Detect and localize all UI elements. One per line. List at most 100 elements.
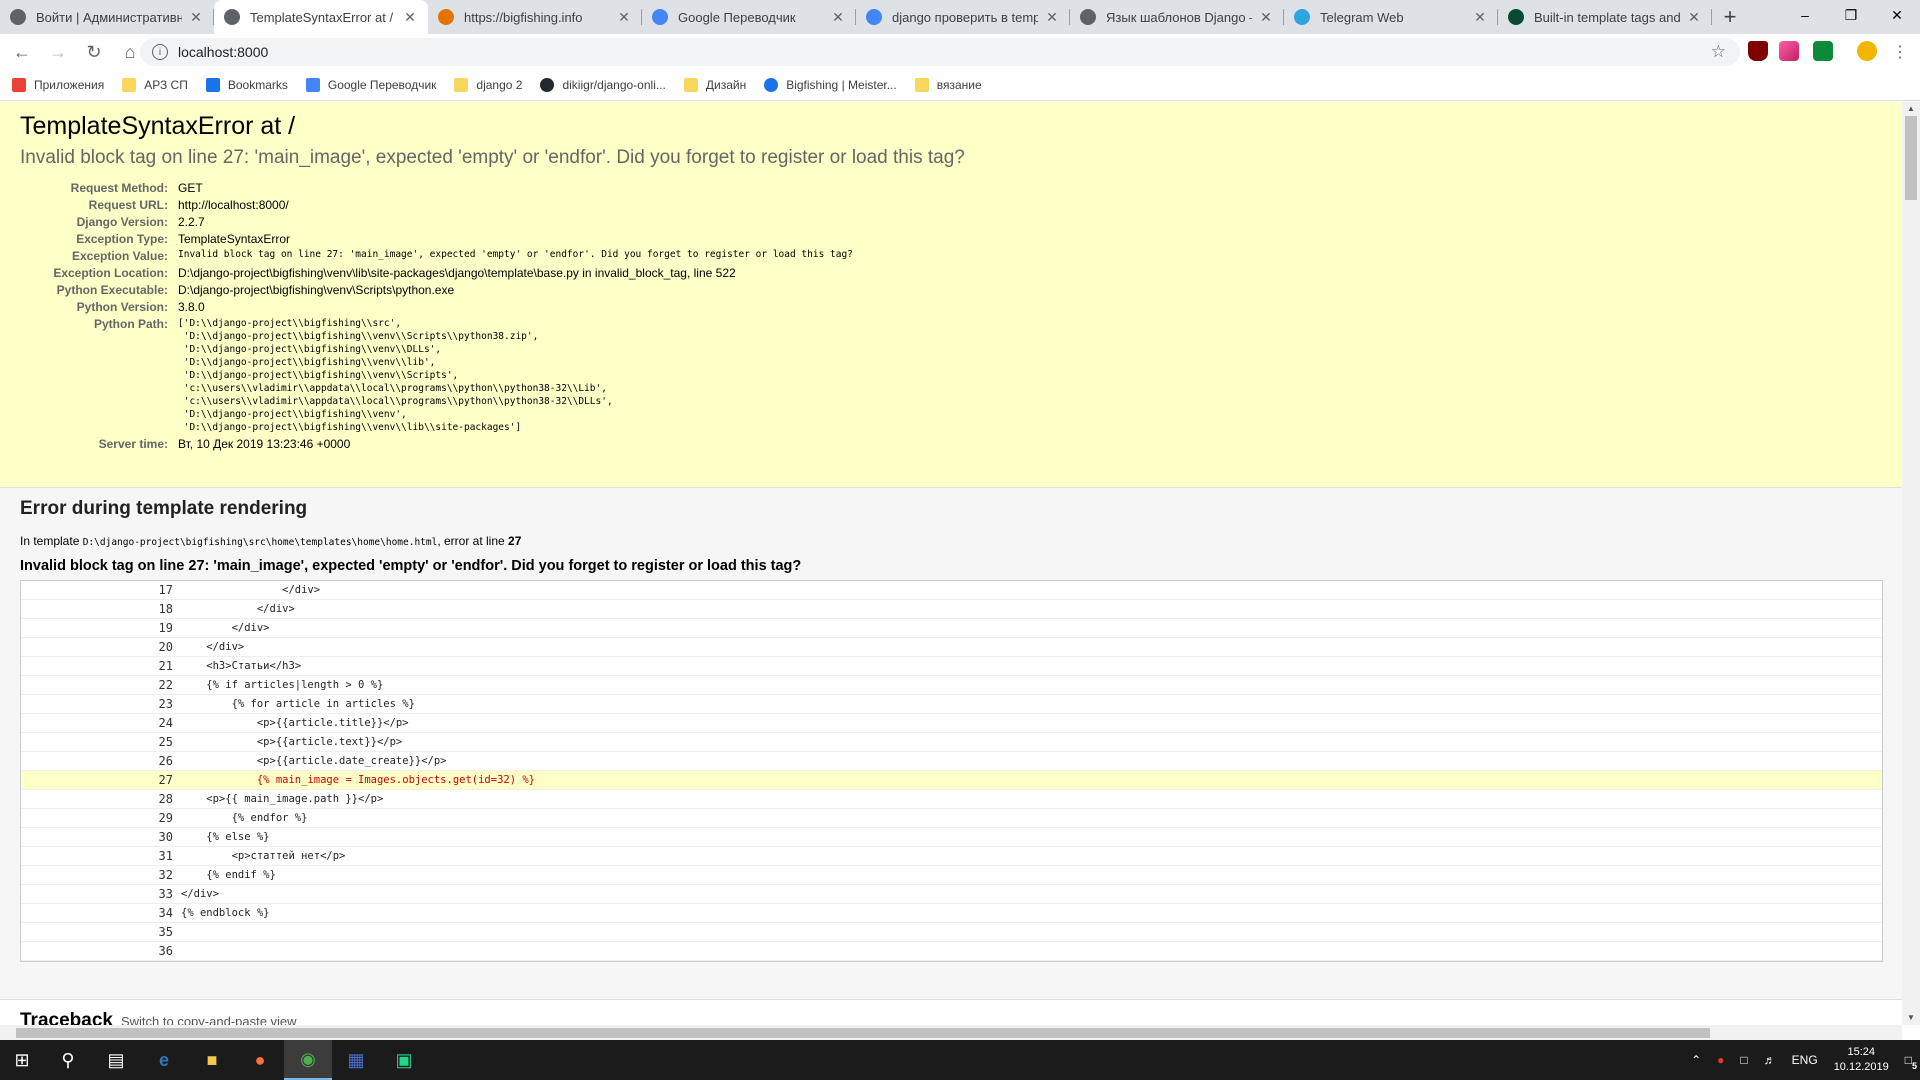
file-explorer-icon[interactable]: ■ bbox=[188, 1040, 236, 1080]
tab-title: Войти | Административный bbox=[36, 9, 182, 25]
firefox-icon[interactable]: ● bbox=[236, 1040, 284, 1080]
save-app-icon[interactable]: ▦ bbox=[332, 1040, 380, 1080]
bookmark-label: dikiigr/django-onli... bbox=[562, 78, 666, 92]
close-tab-icon[interactable]: ✕ bbox=[1044, 9, 1060, 26]
bookmark-item[interactable]: Bookmarks bbox=[205, 78, 288, 92]
address-bar[interactable]: i localhost:8000 ☆ bbox=[140, 38, 1740, 66]
forward-button[interactable]: → bbox=[44, 38, 72, 66]
close-tab-icon[interactable]: ✕ bbox=[402, 9, 418, 26]
windows-taskbar: ⊞ ⚲ ▤ e ■ ● ◉ ▦ ▣ ⌃ ● □ ♬ ENG 15:24 10.1… bbox=[0, 1040, 1920, 1080]
line-number: 23 bbox=[158, 697, 173, 711]
language-indicator[interactable]: ENG bbox=[1792, 1053, 1818, 1067]
browser-tab[interactable]: Built-in template tags and ✕ bbox=[1498, 0, 1712, 34]
pycharm-icon[interactable]: ▣ bbox=[380, 1040, 428, 1080]
request-meta-table: Request Method: GET Request URL: http://loc… bbox=[20, 181, 1882, 314]
meta-key: Python Version: bbox=[76, 300, 168, 314]
browser-tab[interactable]: Telegram Web ✕ bbox=[1284, 0, 1498, 34]
meta-value: D:\django-project\bigfishing\venv\lib\si… bbox=[178, 266, 736, 280]
menu-icon[interactable]: ⋮ bbox=[1892, 42, 1908, 62]
source-line: 35 bbox=[21, 923, 1882, 942]
browser-tab[interactable]: Язык шаблонов Django — ✕ bbox=[1070, 0, 1284, 34]
scroll-up-arrow-icon[interactable]: ▲ bbox=[1902, 102, 1920, 116]
antivirus-icon[interactable]: ● bbox=[1717, 1053, 1724, 1067]
chrome-icon[interactable]: ◉ bbox=[284, 1040, 332, 1080]
bookmark-star-icon[interactable]: ☆ bbox=[1711, 42, 1726, 62]
bookmark-item[interactable]: Дизайн bbox=[683, 78, 747, 92]
bookmark-item[interactable]: dikiigr/django-onli... bbox=[540, 78, 666, 92]
back-button[interactable]: ← bbox=[8, 38, 36, 66]
task-view-icon[interactable]: ▤ bbox=[92, 1040, 140, 1080]
bookmark-label: Дизайн bbox=[705, 78, 747, 92]
bookmark-item[interactable]: вязание bbox=[914, 78, 982, 92]
close-tab-icon[interactable]: ✕ bbox=[188, 9, 204, 26]
line-number: 35 bbox=[158, 925, 173, 939]
folder-icon bbox=[454, 78, 469, 92]
network-icon[interactable]: □ bbox=[1740, 1053, 1747, 1067]
meta-value: 2.2.7 bbox=[178, 215, 205, 229]
bookmark-item[interactable]: Приложения bbox=[12, 78, 104, 92]
browser-tab[interactable]: https://bigfishing.info ✕ bbox=[428, 0, 642, 34]
globe-icon bbox=[224, 9, 240, 25]
page-content: TemplateSyntaxError at / Invalid block t… bbox=[0, 102, 1902, 1025]
site-info-icon[interactable]: i bbox=[152, 44, 168, 60]
telegram-icon bbox=[1294, 9, 1310, 25]
close-tab-icon[interactable]: ✕ bbox=[616, 9, 632, 26]
source-line: 29 {% endfor %} bbox=[21, 809, 1882, 828]
source-line: 31 <p>статтей нет</p> bbox=[21, 847, 1882, 866]
line-number: 36 bbox=[158, 944, 173, 958]
bookmark-item[interactable]: django 2 bbox=[454, 78, 522, 92]
volume-icon[interactable]: ♬ bbox=[1764, 1053, 1776, 1067]
line-number: 19 bbox=[158, 621, 173, 635]
error-message: Invalid block tag on line 27: 'main_imag… bbox=[20, 147, 965, 168]
extension-green-icon[interactable] bbox=[1813, 41, 1833, 61]
browser-toolbar: ← → ↻ ⌂ i localhost:8000 ☆ ⋮ bbox=[0, 34, 1920, 70]
line-code: <p>{{article.date_create}}</p> bbox=[181, 755, 447, 767]
template-error-message: Invalid block tag on line 27: 'main_imag… bbox=[20, 558, 802, 574]
horizontal-scroll-thumb[interactable] bbox=[16, 1028, 1710, 1038]
browser-tab[interactable]: django проверить в templ ✕ bbox=[856, 0, 1070, 34]
scroll-down-arrow-icon[interactable]: ▼ bbox=[1902, 1011, 1920, 1025]
browser-tab[interactable]: TemplateSyntaxError at / ✕ bbox=[214, 0, 428, 34]
search-icon[interactable]: ⚲ bbox=[44, 1040, 92, 1080]
new-tab-button[interactable]: + bbox=[1712, 0, 1748, 34]
source-line: 24 <p>{{article.title}}</p> bbox=[21, 714, 1882, 733]
tray-overflow-icon[interactable]: ⌃ bbox=[1691, 1053, 1701, 1067]
source-line: 19 </div> bbox=[21, 619, 1882, 638]
line-number: 22 bbox=[158, 678, 173, 692]
vertical-scroll-thumb[interactable] bbox=[1905, 116, 1917, 200]
bookmark-label: Bookmarks bbox=[227, 78, 288, 92]
browser-tab[interactable]: Войти | Административный ✕ bbox=[0, 0, 214, 34]
minimize-button[interactable]: – bbox=[1782, 0, 1828, 30]
vertical-scrollbar[interactable]: ▲ ▼ bbox=[1902, 102, 1920, 1025]
close-tab-icon[interactable]: ✕ bbox=[1258, 9, 1274, 26]
tab-separator bbox=[1711, 9, 1712, 25]
extension-pink-icon[interactable] bbox=[1779, 41, 1799, 61]
close-tab-icon[interactable]: ✕ bbox=[1686, 9, 1702, 26]
line-code: {% for article in articles %} bbox=[181, 698, 415, 710]
close-tab-icon[interactable]: ✕ bbox=[830, 9, 846, 26]
notifications-icon[interactable]: □ 5 bbox=[1905, 1053, 1917, 1071]
start-button[interactable]: ⊞ bbox=[0, 1040, 44, 1080]
source-line: 28 <p>{{ main_image.path }}</p> bbox=[21, 790, 1882, 809]
meta-value: TemplateSyntaxError bbox=[178, 232, 291, 246]
profile-avatar[interactable] bbox=[1857, 41, 1877, 61]
url-text: localhost:8000 bbox=[178, 44, 269, 60]
bookmark-item[interactable]: Google Переводчик bbox=[305, 78, 436, 92]
maximize-button[interactable]: ❐ bbox=[1828, 0, 1874, 30]
bookmark-item[interactable]: Bigfishing | Meister... bbox=[764, 78, 897, 92]
close-window-button[interactable]: ✕ bbox=[1874, 0, 1920, 30]
error-at-text: , error at line bbox=[437, 534, 505, 548]
line-code: <p>{{ main_image.path }}</p> bbox=[181, 793, 384, 805]
google-translate-icon bbox=[305, 78, 320, 92]
clock[interactable]: 15:24 10.12.2019 bbox=[1834, 1045, 1889, 1075]
edge-icon[interactable]: e bbox=[140, 1040, 188, 1080]
reload-button[interactable]: ↻ bbox=[80, 38, 108, 66]
horizontal-scrollbar[interactable] bbox=[0, 1025, 1902, 1041]
close-tab-icon[interactable]: ✕ bbox=[1472, 9, 1488, 26]
copy-paste-view-link[interactable]: Switch to copy-and-paste view bbox=[121, 1014, 297, 1025]
ublock-icon[interactable] bbox=[1748, 41, 1768, 61]
browser-tab[interactable]: Google Переводчик ✕ bbox=[642, 0, 856, 34]
error-title: TemplateSyntaxError at / bbox=[20, 112, 296, 140]
bookmark-item[interactable]: АРЗ СП bbox=[122, 78, 188, 92]
source-line: 25 <p>{{article.text}}</p> bbox=[21, 733, 1882, 752]
